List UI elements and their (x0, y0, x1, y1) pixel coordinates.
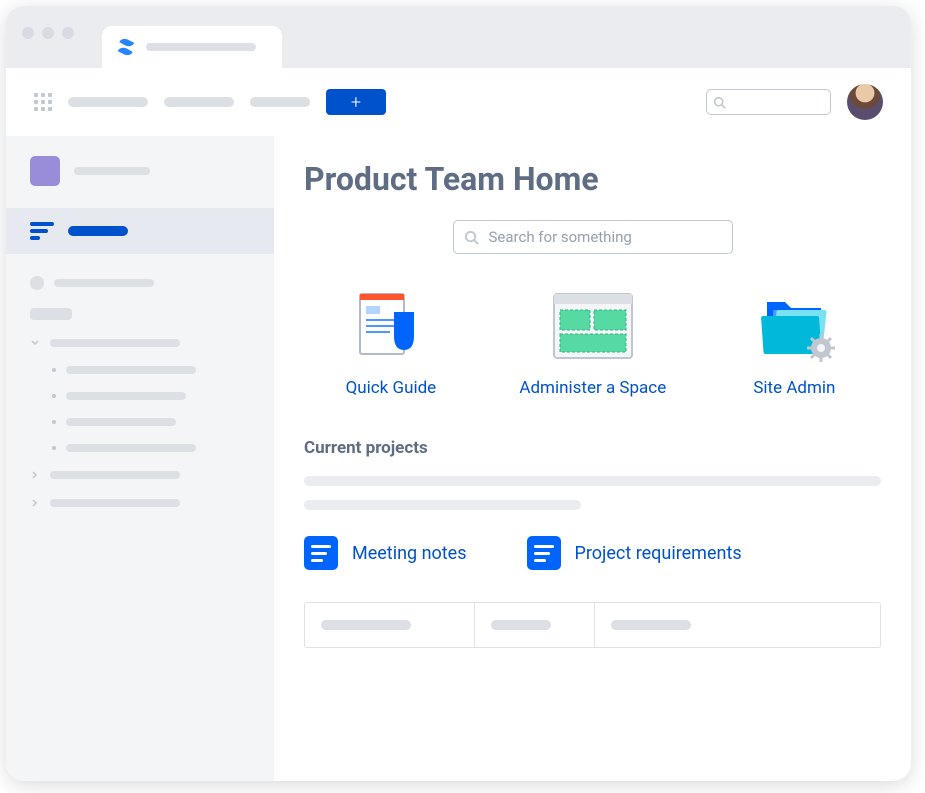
nav-item[interactable] (164, 97, 234, 107)
quick-page-links: Meeting notes Project requirements (304, 536, 881, 570)
window-controls (22, 27, 74, 39)
chevron-down-icon (30, 338, 40, 348)
link-meeting-notes[interactable]: Meeting notes (304, 536, 467, 570)
browser-tab[interactable] (102, 26, 282, 68)
sidebar-active-label (68, 226, 128, 236)
tile-label: Quick Guide (346, 378, 437, 398)
tile-administer-space[interactable]: Administer a Space (519, 288, 666, 398)
minimize-dot[interactable] (42, 27, 54, 39)
content-placeholder (304, 476, 881, 486)
document-illustration-icon (346, 288, 436, 364)
tile-site-admin[interactable]: Site Admin (749, 288, 839, 398)
global-search[interactable] (706, 89, 831, 115)
tree-child-item[interactable] (30, 366, 250, 374)
content-placeholder (304, 500, 581, 510)
create-button[interactable]: + (326, 89, 386, 115)
page-icon (304, 536, 338, 570)
table-header-cell (475, 603, 595, 647)
tree-child-item[interactable] (30, 444, 250, 452)
tree-child-item[interactable] (30, 418, 250, 426)
space-icon (30, 156, 60, 186)
tree-item[interactable] (30, 308, 250, 320)
overview-icon (30, 222, 54, 240)
confluence-icon (116, 37, 136, 57)
top-nav: + (6, 68, 911, 136)
chevron-right-icon (30, 470, 40, 480)
app-window: + (6, 6, 911, 781)
nav-item[interactable] (68, 97, 148, 107)
nav-item[interactable] (250, 97, 310, 107)
user-avatar[interactable] (847, 84, 883, 120)
tree-child-item[interactable] (30, 392, 250, 400)
page-tree (6, 254, 274, 508)
tab-title-placeholder (146, 43, 256, 51)
space-header[interactable] (6, 156, 274, 208)
link-project-requirements[interactable]: Project requirements (527, 536, 742, 570)
page-title: Product Team Home (304, 160, 881, 198)
close-dot[interactable] (22, 27, 34, 39)
table (304, 602, 881, 648)
main-content: Product Team Home Search for something (274, 136, 911, 781)
search-icon (464, 230, 479, 245)
page-search-input[interactable]: Search for something (453, 220, 733, 254)
space-name-placeholder (74, 167, 150, 175)
maximize-dot[interactable] (62, 27, 74, 39)
sidebar (6, 136, 274, 781)
search-placeholder: Search for something (489, 228, 632, 246)
layout-illustration-icon (548, 288, 638, 364)
chevron-right-icon (30, 498, 40, 508)
folder-illustration-icon (749, 288, 839, 364)
search-icon (713, 96, 726, 109)
app-switcher-icon[interactable] (34, 93, 52, 111)
tile-label: Administer a Space (519, 378, 666, 398)
tree-item-expandable[interactable] (30, 470, 250, 480)
tree-item-expandable[interactable] (30, 338, 250, 348)
table-header-cell (305, 603, 475, 647)
page-icon (30, 276, 44, 290)
section-heading-current-projects: Current projects (304, 438, 881, 458)
sidebar-active-item[interactable] (6, 208, 274, 254)
link-label: Project requirements (575, 543, 742, 564)
page-icon (527, 536, 561, 570)
browser-chrome (6, 6, 911, 68)
link-label: Meeting notes (352, 543, 467, 564)
tile-quick-guide[interactable]: Quick Guide (346, 288, 437, 398)
table-header-cell (595, 603, 880, 647)
quick-links-tiles: Quick Guide Administer a Space (304, 288, 881, 398)
tree-item[interactable] (30, 276, 250, 290)
tile-label: Site Admin (753, 378, 835, 398)
tree-item-expandable[interactable] (30, 498, 250, 508)
